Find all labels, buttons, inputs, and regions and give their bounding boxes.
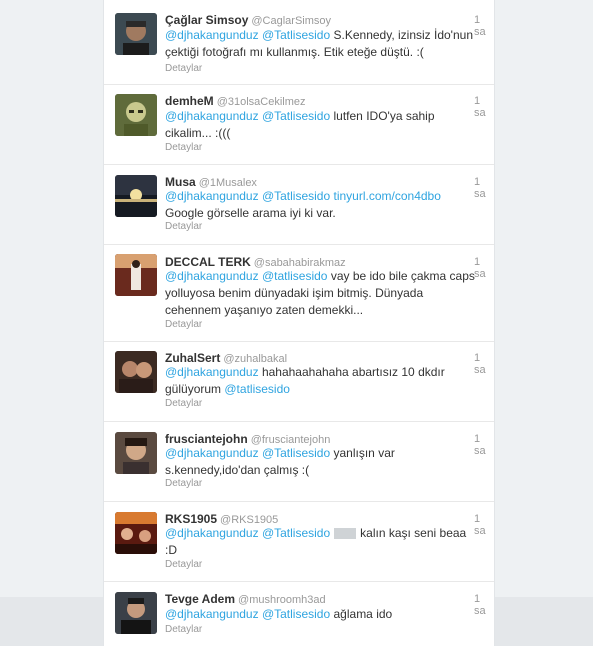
details-link[interactable]: Detaylar (165, 478, 202, 489)
tweet-body: ağlama ido (333, 607, 393, 621)
tweet-text: @djhakangunduz @Tatlisesido yanlışın var… (165, 445, 477, 479)
user-name[interactable]: DECCAL TERK (165, 255, 251, 269)
details-link[interactable]: Detaylar (165, 559, 202, 570)
user-avatar[interactable] (115, 512, 157, 554)
tweet-time[interactable]: 1 sa (474, 352, 494, 376)
user-avatar[interactable] (115, 94, 157, 136)
user-name[interactable]: RKS1905 (165, 512, 217, 526)
tweet-text: @djhakangunduz @Tatlisesido tinyurl.com/… (165, 188, 477, 222)
tweet-text: @djhakangunduz @Tatlisesido kalın kaşı se… (165, 525, 477, 559)
tweet-stream: Çağlar Simsoy @CaglarSimsoy 1 sa @djhakan… (103, 0, 495, 646)
user-name[interactable]: Çağlar Simsoy (165, 13, 248, 27)
mention-link[interactable]: @Tatlisesido (262, 109, 330, 123)
user-name[interactable]: Tevge Adem (165, 592, 235, 606)
tweet-item[interactable]: frusciantejohn @frusciantejohn 1 sa @djha… (104, 422, 494, 502)
details-link[interactable]: Detaylar (165, 624, 202, 635)
user-avatar[interactable] (115, 592, 157, 634)
user-avatar[interactable] (115, 351, 157, 393)
tweet-time[interactable]: 1 sa (474, 95, 494, 119)
details-link[interactable]: Detaylar (165, 63, 202, 74)
mention-link[interactable]: @Tatlisesido (262, 607, 330, 621)
details-link[interactable]: Detaylar (165, 398, 202, 409)
user-handle[interactable]: @mushroomh3ad (238, 594, 326, 606)
tweet-text: @djhakangunduz @tatlisesido vay be ido b… (165, 268, 477, 319)
user-avatar[interactable] (115, 254, 157, 296)
tweet-time[interactable]: 1 sa (474, 176, 494, 200)
tweet-item[interactable]: demheM @31olsaCekilmez 1 sa @djhakangundu… (104, 85, 494, 165)
user-name[interactable]: demheM (165, 94, 214, 108)
mention-link[interactable]: @djhakangunduz (165, 189, 259, 203)
url-link[interactable]: tinyurl.com/con4dbo (334, 189, 441, 203)
tweet-time[interactable]: 1 sa (474, 433, 494, 457)
mention-link[interactable]: @djhakangunduz (165, 526, 259, 540)
tweet-text: @djhakangunduz hahahaahahaha abartısız 1… (165, 364, 477, 398)
redacted-word (334, 528, 357, 540)
tweet-item[interactable]: DECCAL TERK @sabahabirakmaz 1 sa @djhakan… (104, 245, 494, 342)
details-link[interactable]: Detaylar (165, 142, 202, 153)
user-handle[interactable]: @31olsaCekilmez (217, 96, 306, 108)
user-avatar[interactable] (115, 175, 157, 217)
mention-link[interactable]: @Tatlisesido (262, 526, 330, 540)
mention-link[interactable]: @djhakangunduz (165, 607, 259, 621)
mention-link[interactable]: @djhakangunduz (165, 365, 259, 379)
tweet-time[interactable]: 1 sa (474, 14, 494, 38)
tweet-item[interactable]: ZuhalSert @zuhalbakal 1 sa @djhakangunduz… (104, 342, 494, 422)
details-link[interactable]: Detaylar (165, 319, 202, 330)
tweet-time[interactable]: 1 sa (474, 256, 494, 280)
tweet-item[interactable]: Çağlar Simsoy @CaglarSimsoy 1 sa @djhakan… (104, 0, 494, 85)
mention-link[interactable]: @tatlisesido (262, 269, 328, 283)
tweet-item[interactable]: Musa @1Musalex 1 sa @djhakangunduz @Tatli… (104, 165, 494, 245)
user-name[interactable]: Musa (165, 175, 196, 189)
tweet-item[interactable]: Tevge Adem @mushroomh3ad 1 sa @djhakangun… (104, 582, 494, 646)
mention-link[interactable]: @djhakangunduz (165, 446, 259, 460)
mention-link[interactable]: @Tatlisesido (262, 28, 330, 42)
mention-link[interactable]: @Tatlisesido (262, 446, 330, 460)
tweet-time[interactable]: 1 sa (474, 593, 494, 617)
details-link[interactable]: Detaylar (165, 221, 202, 232)
tweet-text: @djhakangunduz @Tatlisesido lutfen IDO'y… (165, 108, 477, 142)
tweet-time[interactable]: 1 sa (474, 513, 494, 537)
tweet-text: @djhakangunduz @Tatlisesido ağlama ido (165, 606, 477, 623)
mention-link[interactable]: @tatlisesido (224, 382, 290, 396)
tweet-body: Google görselle arama iyi ki var. (165, 206, 336, 220)
user-avatar[interactable] (115, 13, 157, 55)
mention-link[interactable]: @Tatlisesido (262, 189, 330, 203)
mention-link[interactable]: @djhakangunduz (165, 28, 259, 42)
mention-link[interactable]: @djhakangunduz (165, 109, 259, 123)
user-name[interactable]: frusciantejohn (165, 432, 248, 446)
user-name[interactable]: ZuhalSert (165, 351, 220, 365)
user-handle[interactable]: @CaglarSimsoy (251, 15, 331, 27)
user-avatar[interactable] (115, 432, 157, 474)
mention-link[interactable]: @djhakangunduz (165, 269, 259, 283)
tweet-text: @djhakangunduz @Tatlisesido S.Kennedy, i… (165, 27, 477, 61)
tweet-item[interactable]: RKS1905 @RKS1905 1 sa @djhakangunduz @Tat… (104, 502, 494, 582)
